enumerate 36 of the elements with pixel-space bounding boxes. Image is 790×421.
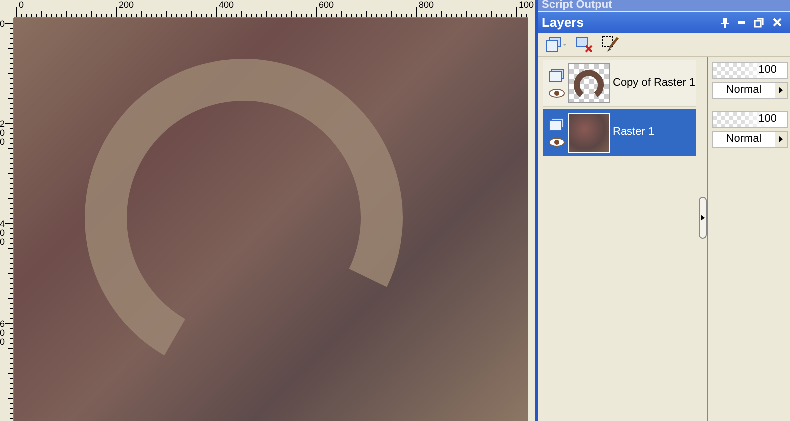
raster-layer-icon xyxy=(549,118,565,132)
ruler-label: 400 xyxy=(219,1,234,10)
layer-row[interactable]: Copy of Raster 1 xyxy=(543,60,696,107)
ruler-label: 600 xyxy=(319,1,334,10)
ruler-label: 800 xyxy=(419,1,434,10)
brush-selection-icon[interactable] xyxy=(602,36,620,54)
ruler-label: 0 xyxy=(0,20,6,29)
blend-mode-dropdown[interactable]: Normal xyxy=(712,82,788,99)
opacity-field[interactable]: 100 xyxy=(712,111,788,128)
layer-thumbnail xyxy=(568,63,610,103)
ruler-label: 0 xyxy=(19,1,24,10)
panel-title: Layers xyxy=(542,14,585,32)
layer-name: Raster 1 xyxy=(613,125,655,140)
blend-mode-dropdown[interactable]: Normal xyxy=(712,131,788,148)
arrow-right-icon[interactable] xyxy=(700,215,704,221)
eye-icon[interactable] xyxy=(549,88,565,98)
ruler-label: 600 xyxy=(0,320,6,347)
new-layer-icon[interactable] xyxy=(546,36,568,52)
close-icon[interactable] xyxy=(773,18,782,27)
delete-layer-icon[interactable] xyxy=(576,36,594,52)
pin-icon[interactable] xyxy=(721,18,729,28)
arrow-right-icon xyxy=(779,136,783,143)
ruler-label: 100 xyxy=(519,1,534,10)
ruler-label: 200 xyxy=(0,120,6,147)
raster-layer-icon xyxy=(549,68,565,82)
splitter-handle[interactable] xyxy=(698,197,706,239)
layer-thumbnail xyxy=(568,112,610,152)
restore-icon[interactable] xyxy=(754,18,764,28)
opacity-field[interactable]: 100 xyxy=(712,62,788,79)
panel-title: Script Output xyxy=(542,0,612,11)
layer-row[interactable]: Raster 1 xyxy=(543,109,696,156)
layer-name: Copy of Raster 1 xyxy=(613,76,696,91)
ruler-label: 400 xyxy=(0,220,6,247)
ruler-label: 200 xyxy=(119,1,134,10)
arrow-right-icon xyxy=(779,87,783,94)
eye-icon[interactable] xyxy=(549,138,565,147)
